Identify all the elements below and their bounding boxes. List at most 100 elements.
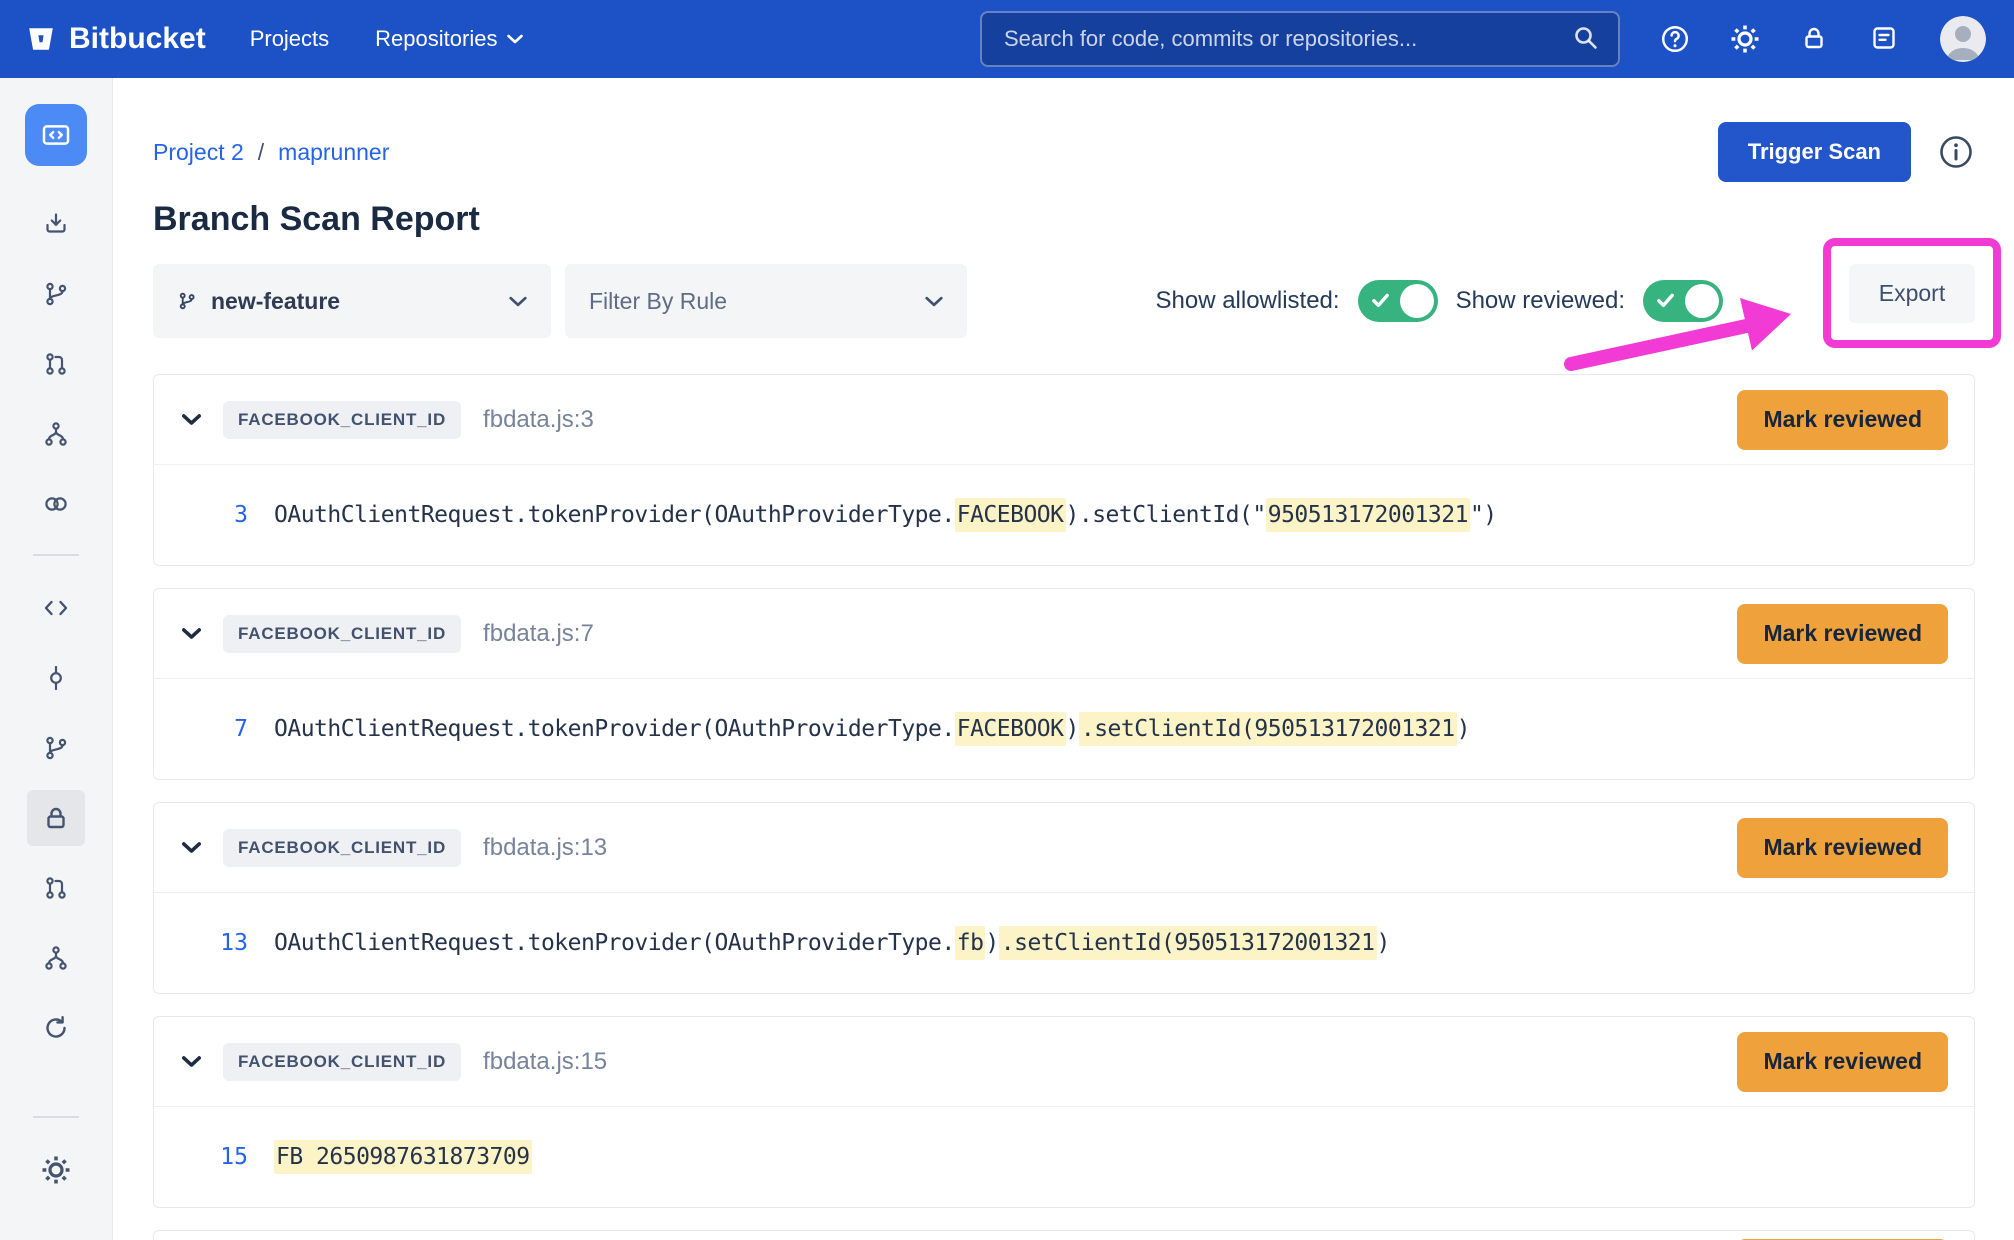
controls-row: new-feature Filter By Rule Show allowlis… — [153, 264, 1975, 338]
pull-request-icon — [42, 350, 70, 378]
finding-card: FACEBOOK_CLIENT_ID fbdata.js:3 Mark revi… — [153, 374, 1975, 566]
finding-location: fbdata.js:3 — [483, 406, 594, 434]
sidebar-item-source[interactable] — [27, 580, 85, 636]
finding-code-row: 13 OAuthClientRequest.tokenProvider(OAut… — [154, 893, 1974, 993]
sidebar-item-forks[interactable] — [27, 406, 85, 462]
sidebar-item-pull-requests[interactable] — [27, 336, 85, 392]
page-title: Branch Scan Report — [153, 198, 1975, 240]
gear-icon — [41, 1155, 71, 1185]
chevron-down-icon[interactable] — [182, 628, 201, 639]
notes-icon[interactable] — [1870, 24, 1900, 54]
finding-location: fbdata.js:7 — [483, 620, 594, 648]
sidebar-item-pull-requests-2[interactable] — [27, 860, 85, 916]
finding-header: FACEBOOK_CLIENT_ID fbdata.js:7 Mark revi… — [154, 589, 1974, 679]
left-sidebar — [0, 78, 113, 1240]
finding-header: FACEBOOK_CLIENT_ID fbdata.js:15 Mark rev… — [154, 1017, 1974, 1107]
pipelines-icon — [42, 490, 70, 518]
chevron-down-icon — [925, 296, 943, 307]
export-button[interactable]: Export — [1849, 264, 1975, 323]
show-allowlisted-label: Show allowlisted: — [1155, 287, 1339, 315]
code-window-icon — [40, 119, 72, 151]
line-number: 3 — [198, 502, 248, 528]
sidebar-item-commits[interactable] — [27, 650, 85, 706]
finding-card: FACEBOOK_CLIENT_ID fbdata.js:7 Mark revi… — [153, 588, 1975, 780]
gear-icon[interactable] — [1730, 24, 1760, 54]
sidebar-item-clone[interactable] — [27, 196, 85, 252]
toggle-knob — [1685, 284, 1719, 318]
nav-item-projects[interactable]: Projects — [250, 26, 329, 52]
sidebar-repository-tile[interactable] — [25, 104, 87, 166]
branch-selector-dropdown[interactable]: new-feature — [153, 264, 551, 338]
search-input[interactable] — [1002, 25, 1560, 53]
search-icon — [1572, 24, 1602, 54]
code-text: ) — [1457, 716, 1470, 742]
show-reviewed-toggle[interactable] — [1643, 280, 1723, 322]
fork-icon — [42, 420, 70, 448]
lock-icon[interactable] — [1800, 24, 1830, 54]
finding-card-partial: Mark reviewed — [153, 1230, 1975, 1240]
code-highlight: .setClientId(950513172001321 — [1079, 712, 1457, 746]
code-highlight: fb — [955, 926, 986, 960]
check-icon — [1372, 293, 1389, 308]
chevron-down-icon[interactable] — [182, 1056, 201, 1067]
finding-header: FACEBOOK_CLIENT_ID fbdata.js:3 Mark revi… — [154, 375, 1974, 465]
code-text: ) — [1377, 930, 1390, 956]
help-icon[interactable] — [1660, 24, 1690, 54]
show-reviewed-label: Show reviewed: — [1456, 287, 1625, 315]
chevron-down-icon[interactable] — [182, 842, 201, 853]
branch-icon — [177, 290, 197, 312]
sidebar-item-settings[interactable] — [27, 1142, 85, 1198]
sidebar-item-forks-2[interactable] — [27, 930, 85, 986]
branch-icon — [42, 280, 70, 308]
code-text: ") — [1470, 502, 1497, 528]
mark-reviewed-button[interactable]: Mark reviewed — [1737, 604, 1948, 664]
sidebar-divider — [33, 1116, 79, 1118]
code-line: OAuthClientRequest.tokenProvider(OAuthPr… — [274, 930, 1390, 956]
line-number: 7 — [198, 716, 248, 742]
sidebar-item-pipelines[interactable] — [27, 476, 85, 532]
pull-request-icon — [42, 874, 70, 902]
sidebar-item-branches-2[interactable] — [27, 720, 85, 776]
finding-code-row: 15 FB 2650987631873709 — [154, 1107, 1974, 1207]
finding-code-row: 3 OAuthClientRequest.tokenProvider(OAuth… — [154, 465, 1974, 565]
rule-filter-dropdown[interactable]: Filter By Rule — [565, 264, 967, 338]
lock-icon — [42, 804, 70, 832]
code-line: OAuthClientRequest.tokenProvider(OAuthPr… — [274, 502, 1497, 528]
code-text: ) — [985, 930, 998, 956]
breadcrumb-project[interactable]: Project 2 — [153, 139, 244, 166]
show-allowlisted-toggle[interactable] — [1358, 280, 1438, 322]
code-highlight: FACEBOOK — [955, 498, 1066, 532]
toggle-knob — [1400, 284, 1434, 318]
rule-badge: FACEBOOK_CLIENT_ID — [223, 401, 461, 439]
avatar[interactable] — [1940, 16, 1986, 62]
chevron-down-icon[interactable] — [182, 414, 201, 425]
nav-item-repositories[interactable]: Repositories — [375, 26, 523, 52]
nav-menu: Projects Repositories — [250, 26, 524, 52]
code-text: ).setClientId(" — [1066, 502, 1266, 528]
breadcrumb-separator: / — [258, 139, 264, 166]
code-text: ) — [1066, 716, 1079, 742]
top-nav: Bitbucket Projects Repositories — [0, 0, 2014, 78]
nav-right — [980, 11, 1986, 67]
chevron-down-icon — [507, 34, 523, 44]
sidebar-item-branches[interactable] — [27, 266, 85, 322]
line-number: 13 — [198, 930, 248, 956]
breadcrumb-repo[interactable]: maprunner — [278, 139, 389, 166]
chevron-down-icon — [509, 296, 527, 307]
finding-location: fbdata.js:15 — [483, 1048, 607, 1076]
mark-reviewed-button[interactable]: Mark reviewed — [1737, 1032, 1948, 1092]
rule-badge: FACEBOOK_CLIENT_ID — [223, 615, 461, 653]
info-icon[interactable] — [1937, 133, 1975, 171]
rule-badge: FACEBOOK_CLIENT_ID — [223, 1043, 461, 1081]
rule-badge: FACEBOOK_CLIENT_ID — [223, 829, 461, 867]
mark-reviewed-button[interactable]: Mark reviewed — [1737, 818, 1948, 878]
global-search[interactable] — [980, 11, 1620, 67]
trigger-scan-button[interactable]: Trigger Scan — [1718, 122, 1911, 182]
mark-reviewed-button[interactable]: Mark reviewed — [1737, 390, 1948, 450]
bitbucket-logo[interactable]: Bitbucket — [26, 22, 206, 56]
sidebar-item-security[interactable] — [27, 790, 85, 846]
sidebar-item-sync[interactable] — [27, 1000, 85, 1056]
commit-icon — [42, 664, 70, 692]
rule-filter-placeholder: Filter By Rule — [589, 288, 727, 315]
finding-card: FACEBOOK_CLIENT_ID fbdata.js:13 Mark rev… — [153, 802, 1975, 994]
